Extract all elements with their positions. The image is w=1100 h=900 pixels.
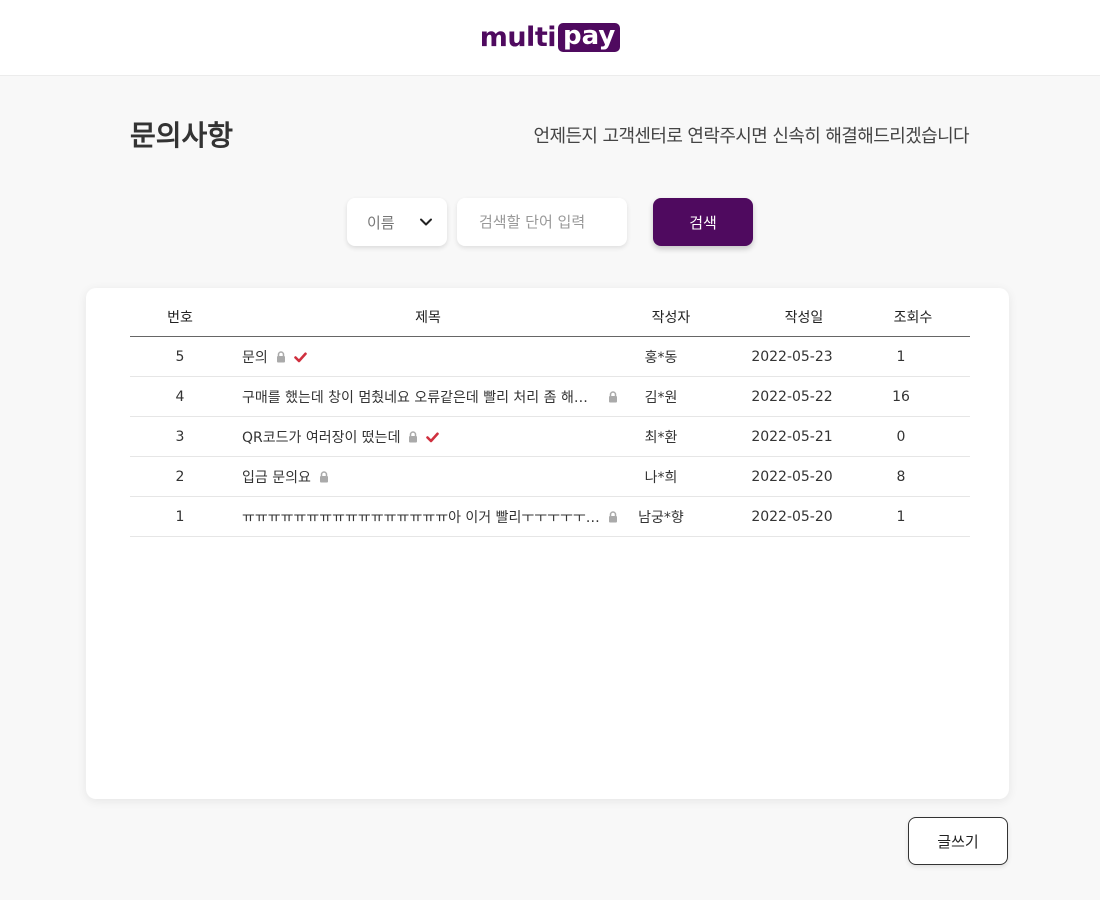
search-button[interactable]: 검색 [653, 198, 753, 246]
column-header-title: 제목 [415, 310, 441, 326]
logo-text-pay: pay [557, 23, 621, 52]
checkmark-icon [426, 431, 440, 443]
row-number: 5 [175, 348, 185, 365]
row-title-cell[interactable]: 구매를 했는데 창이 멈췄네요 오류같은데 빨리 처리 좀 해주... [230, 387, 618, 407]
checkmark-icon [293, 351, 307, 363]
row-title-cell[interactable]: QR코드가 여러장이 떴는데 [230, 427, 618, 447]
row-title[interactable]: 입금 문의요 [242, 467, 311, 487]
row-date: 2022-05-20 [751, 468, 833, 485]
row-views: 0 [896, 428, 906, 445]
row-views: 8 [896, 468, 906, 485]
search-filter-select[interactable]: 이름 [347, 198, 447, 246]
top-header: multi pay [0, 0, 1100, 76]
column-header-views: 조회수 [893, 310, 933, 326]
row-author: 남궁*향 [638, 509, 684, 526]
column-header-date: 작성일 [784, 310, 824, 326]
table-row[interactable]: 1 ㅠㅠㅠㅠㅠㅠㅠㅠㅠㅠㅠㅠㅠㅠㅠㅠ아 이거 빨리ㅜㅜㅜㅜㅜㅜㅜ... 남궁*향 20… [130, 497, 970, 537]
row-title[interactable]: 문의 [242, 347, 268, 367]
row-date: 2022-05-22 [751, 388, 833, 405]
search-input[interactable] [457, 198, 627, 246]
lock-icon [608, 510, 618, 523]
column-header-number: 번호 [167, 310, 193, 326]
row-title-cell[interactable]: 입금 문의요 [230, 467, 618, 487]
row-date: 2022-05-21 [751, 428, 833, 445]
row-title[interactable]: QR코드가 여러장이 떴는데 [242, 427, 400, 447]
table-row[interactable]: 4 구매를 했는데 창이 멈췄네요 오류같은데 빨리 처리 좀 해주... 김*원 2… [130, 377, 970, 417]
row-author: 김*원 [644, 389, 678, 406]
row-author: 최*환 [644, 429, 678, 446]
page-subtitle: 언제든지 고객센터로 연락주시면 신속히 해결해드리겠습니다 [533, 126, 970, 147]
multipay-logo[interactable]: multi pay [480, 22, 621, 53]
row-views: 16 [892, 388, 910, 405]
logo-text-multi: multi [479, 22, 557, 53]
inquiry-board-card: 번호 제목 작성자 작성일 조회수 5 문의 홍*동 2022-05-23 1 4 구매를 … [86, 288, 1009, 799]
inquiry-table: 번호 제목 작성자 작성일 조회수 5 문의 홍*동 2022-05-23 1 4 구매를 … [130, 298, 970, 537]
row-title-cell[interactable]: ㅠㅠㅠㅠㅠㅠㅠㅠㅠㅠㅠㅠㅠㅠㅠㅠ아 이거 빨리ㅜㅜㅜㅜㅜㅜㅜ... [230, 507, 618, 527]
row-title[interactable]: ㅠㅠㅠㅠㅠㅠㅠㅠㅠㅠㅠㅠㅠㅠㅠㅠ아 이거 빨리ㅜㅜㅜㅜㅜㅜㅜ... [242, 507, 600, 527]
column-header-author: 작성자 [651, 310, 691, 326]
table-row[interactable]: 2 입금 문의요 나*희 2022-05-20 8 [130, 457, 970, 497]
row-title-cell[interactable]: 문의 [230, 347, 618, 367]
table-row[interactable]: 5 문의 홍*동 2022-05-23 1 [130, 337, 970, 377]
row-number: 2 [175, 468, 185, 485]
write-post-button[interactable]: 글쓰기 [908, 817, 1008, 865]
table-header: 번호 제목 작성자 작성일 조회수 [130, 298, 970, 337]
table-row[interactable]: 3 QR코드가 여러장이 떴는데 최*환 2022-05-21 0 [130, 417, 970, 457]
lock-icon [608, 390, 618, 403]
row-title[interactable]: 구매를 했는데 창이 멈췄네요 오류같은데 빨리 처리 좀 해주... [242, 387, 600, 407]
search-filter-value: 이름 [367, 213, 395, 232]
lock-icon [408, 430, 418, 443]
row-number: 4 [175, 388, 185, 405]
chevron-down-icon [420, 218, 432, 226]
row-views: 1 [896, 348, 906, 365]
page-title: 문의사항 [130, 119, 234, 152]
table-body: 5 문의 홍*동 2022-05-23 1 4 구매를 했는데 창이 멈췄네요 오류같은데 … [130, 337, 970, 537]
lock-icon [276, 350, 286, 363]
row-date: 2022-05-23 [751, 348, 833, 365]
row-date: 2022-05-20 [751, 508, 833, 525]
row-author: 홍*동 [644, 349, 678, 366]
row-author: 나*희 [644, 469, 678, 486]
row-number: 1 [175, 508, 185, 525]
row-views: 1 [896, 508, 906, 525]
row-number: 3 [175, 428, 185, 445]
lock-icon [319, 470, 329, 483]
